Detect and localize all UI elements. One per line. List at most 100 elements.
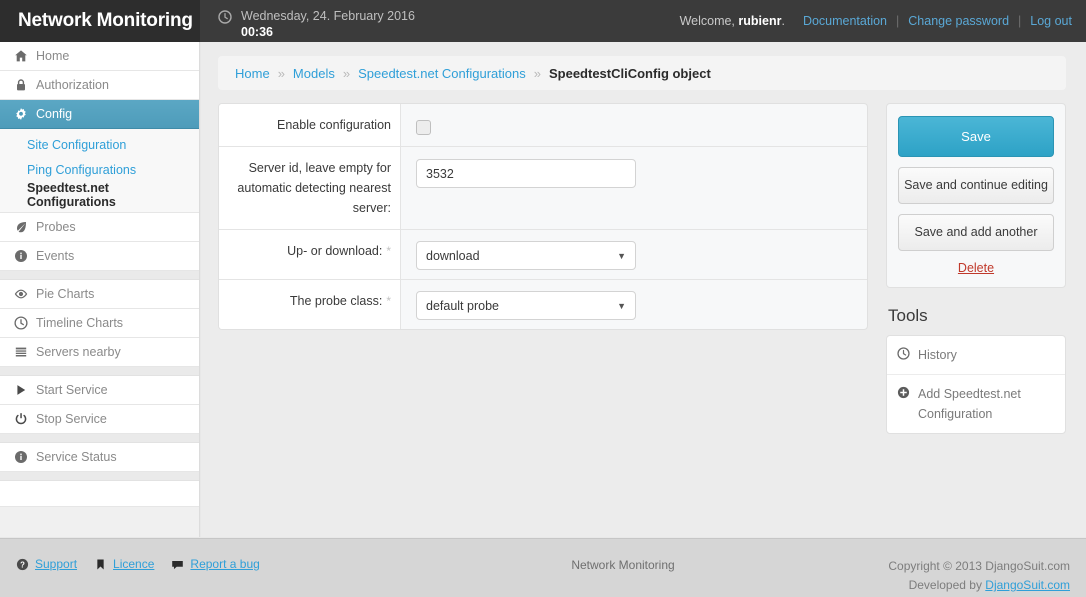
sidebar-subitem-ping-configurations[interactable]: Ping Configurations bbox=[0, 157, 199, 182]
sidebar-item-label: Start Service bbox=[36, 383, 108, 397]
clock-icon bbox=[897, 347, 910, 360]
footer-links: ? Support Licence Report a bug bbox=[16, 557, 476, 571]
form-fieldset: Enable configuration Server id, leave em… bbox=[218, 103, 868, 330]
licence-link[interactable]: Licence bbox=[113, 557, 154, 571]
sidebar-item-label: Events bbox=[36, 249, 75, 263]
breadcrumb-item-models[interactable]: Models bbox=[293, 66, 335, 81]
welcome-text: Welcome, rubienr. bbox=[680, 14, 785, 28]
footer: ? Support Licence Report a bug Network M… bbox=[0, 538, 1086, 597]
plus-circle-icon bbox=[897, 386, 910, 399]
probe-class-select[interactable]: default probe ▼ bbox=[416, 291, 636, 320]
eye-icon bbox=[14, 287, 36, 301]
djangosuit-link[interactable]: DjangoSuit.com bbox=[985, 578, 1070, 592]
chevron-down-icon: ▼ bbox=[617, 300, 626, 311]
breadcrumb-separator: » bbox=[342, 65, 351, 81]
form-row-up-or-download: Up- or download: * download ▼ bbox=[219, 230, 867, 280]
form-label: Enable configuration bbox=[219, 104, 401, 146]
welcome-prefix: Welcome, bbox=[679, 14, 739, 28]
form-label-text: Up- or download: bbox=[287, 244, 383, 258]
list-icon bbox=[14, 345, 36, 359]
sidebar-item-pie-charts[interactable]: Pie Charts bbox=[0, 280, 199, 309]
footer-report-bug[interactable]: Report a bug bbox=[171, 557, 260, 571]
sidebar-item-home[interactable]: Home bbox=[0, 42, 199, 71]
sidebar-divider-4 bbox=[0, 472, 199, 481]
clock-icon bbox=[14, 316, 36, 330]
save-and-continue-editing-button[interactable]: Save and continue editing bbox=[898, 167, 1054, 204]
form-row-server-id: Server id, leave empty for automatic det… bbox=[219, 147, 867, 230]
tool-item-add-configuration[interactable]: Add Speedtest.net Configuration bbox=[887, 375, 1065, 433]
gear-icon bbox=[14, 107, 36, 121]
power-icon bbox=[14, 412, 36, 426]
form-label: Up- or download: * bbox=[219, 230, 401, 279]
tool-item-label: Add Speedtest.net Configuration bbox=[918, 387, 1021, 421]
sidebar-item-start-service[interactable]: Start Service bbox=[0, 376, 199, 405]
select-value: default probe bbox=[426, 298, 499, 313]
header-clock: Wednesday, 24. February 2016 00:36 bbox=[218, 3, 415, 40]
sidebar-divider-3 bbox=[0, 434, 199, 443]
main-content: Home » Models » Speedtest.net Configurat… bbox=[201, 42, 1086, 537]
breadcrumb: Home » Models » Speedtest.net Configurat… bbox=[218, 56, 1066, 90]
footer-licence[interactable]: Licence bbox=[94, 557, 154, 571]
header-separator-2: | bbox=[1018, 14, 1022, 28]
required-marker: * bbox=[386, 244, 391, 258]
header-separator-1: | bbox=[896, 14, 900, 28]
sidebar-item-label: Config bbox=[36, 107, 73, 121]
sidebar-divider-2 bbox=[0, 367, 199, 376]
play-icon bbox=[14, 383, 36, 397]
sidebar-item-label: Pie Charts bbox=[36, 287, 95, 301]
breadcrumb-item-speedtest-configurations[interactable]: Speedtest.net Configurations bbox=[358, 66, 526, 81]
breadcrumb-separator: » bbox=[533, 65, 541, 81]
developed-by-prefix: Developed by bbox=[908, 578, 986, 592]
sidebar-item-timeline-charts[interactable]: Timeline Charts bbox=[0, 309, 199, 338]
sidebar-item-probes[interactable]: Probes bbox=[0, 213, 199, 242]
save-and-add-another-button[interactable]: Save and add another bbox=[898, 214, 1054, 251]
top-header: Network Monitoring Wednesday, 24. Februa… bbox=[0, 0, 1086, 42]
sidebar-item-authorization[interactable]: Authorization bbox=[0, 71, 199, 100]
report-a-bug-link[interactable]: Report a bug bbox=[190, 557, 259, 571]
sidebar-item-stop-service[interactable]: Stop Service bbox=[0, 405, 199, 434]
sidebar-item-label: Service Status bbox=[36, 450, 117, 464]
delete-link[interactable]: Delete bbox=[898, 261, 1054, 275]
chevron-down-icon: ▼ bbox=[617, 250, 626, 261]
required-marker: * bbox=[386, 294, 391, 308]
logo-area[interactable]: Network Monitoring bbox=[0, 0, 200, 42]
change-password-link[interactable]: Change password bbox=[908, 14, 1009, 28]
sidebar-item-label: Authorization bbox=[36, 78, 109, 92]
enable-configuration-checkbox[interactable] bbox=[416, 120, 431, 135]
username: rubienr bbox=[738, 14, 782, 28]
sidebar-subitem-speedtest-configurations[interactable]: Speedtest.net Configurations bbox=[0, 181, 199, 209]
svg-text:?: ? bbox=[20, 560, 25, 569]
save-button[interactable]: Save bbox=[898, 116, 1054, 157]
sidebar-item-service-status[interactable]: Service Status bbox=[0, 443, 199, 472]
sidebar-item-config[interactable]: Config bbox=[0, 100, 199, 129]
sidebar-item-label: Home bbox=[36, 49, 70, 63]
app-logo-title: Network Monitoring bbox=[18, 10, 193, 31]
sidebar: Home Authorization Config Site Configura… bbox=[0, 42, 200, 537]
documentation-link[interactable]: Documentation bbox=[803, 14, 887, 28]
server-id-input[interactable] bbox=[416, 159, 636, 188]
form-label: The probe class: * bbox=[219, 280, 401, 329]
sidebar-submenu-config: Site Configuration Ping Configurations S… bbox=[0, 129, 199, 213]
sidebar-item-events[interactable]: Events bbox=[0, 242, 199, 271]
sidebar-subitem-site-configuration[interactable]: Site Configuration bbox=[0, 132, 199, 157]
breadcrumb-current: SpeedtestCliConfig object bbox=[548, 65, 711, 81]
footer-support[interactable]: ? Support bbox=[16, 557, 77, 571]
form-label-text: Server id, leave empty for automatic det… bbox=[237, 161, 391, 215]
bookmark-icon bbox=[94, 558, 107, 571]
sidebar-item-servers-nearby[interactable]: Servers nearby bbox=[0, 338, 199, 367]
footer-center-text: Network Monitoring bbox=[571, 558, 675, 572]
sidebar-divider-1 bbox=[0, 271, 199, 280]
submit-row-panel: Save Save and continue editing Save and … bbox=[886, 103, 1066, 288]
header-date: Wednesday, 24. February 2016 bbox=[241, 8, 415, 23]
tools-heading: Tools bbox=[888, 306, 928, 325]
tool-item-history[interactable]: History bbox=[887, 336, 1065, 375]
form-column: Enable configuration Server id, leave em… bbox=[218, 103, 868, 434]
breadcrumb-separator: » bbox=[277, 65, 285, 81]
breadcrumb-item-home[interactable]: Home bbox=[235, 66, 270, 81]
tools-panel: History Add Speedtest.net Configuration bbox=[886, 335, 1066, 434]
sidebar-item-label: Probes bbox=[36, 220, 76, 234]
content-columns: Enable configuration Server id, leave em… bbox=[218, 103, 1066, 434]
logout-link[interactable]: Log out bbox=[1030, 14, 1072, 28]
support-link[interactable]: Support bbox=[35, 557, 77, 571]
up-or-download-select[interactable]: download ▼ bbox=[416, 241, 636, 270]
